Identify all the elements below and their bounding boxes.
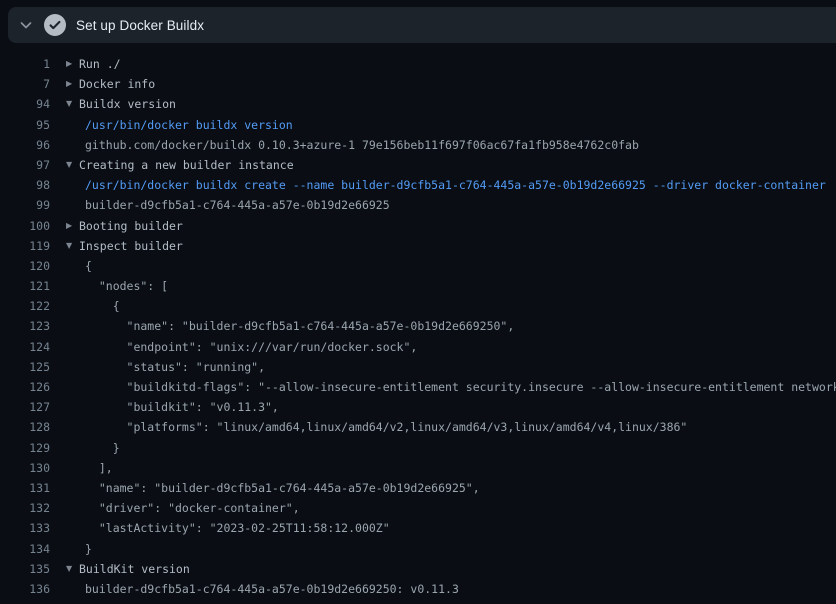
triangle-right-icon: ▶: [66, 54, 79, 74]
line-number[interactable]: 124: [0, 337, 50, 357]
line-number[interactable]: 127: [0, 397, 50, 417]
group-title: Booting builder: [79, 216, 183, 236]
log-line[interactable]: 7 ▶ Docker info: [0, 74, 836, 94]
log-text: ],: [85, 458, 113, 478]
group-title: Run ./: [79, 54, 121, 74]
log-line: 133 "lastActivity": "2023-02-25T11:58:12…: [0, 518, 836, 538]
log-text: builder-d9cfb5a1-c764-445a-a57e-0b19d2e6…: [85, 579, 459, 599]
triangle-down-icon: ▼: [66, 94, 79, 114]
log-line: 129 }: [0, 438, 836, 458]
triangle-down-icon: ▼: [66, 559, 79, 579]
log-line[interactable]: 119 ▼ Inspect builder: [0, 236, 836, 256]
log-text: "endpoint": "unix:///var/run/docker.sock…: [85, 337, 417, 357]
line-number[interactable]: 133: [0, 518, 50, 538]
line-number[interactable]: 125: [0, 357, 50, 377]
line-number[interactable]: 100: [0, 216, 50, 236]
line-number[interactable]: 97: [0, 155, 50, 175]
log-text: "buildkit": "v0.11.3",: [85, 397, 279, 417]
line-number[interactable]: 134: [0, 539, 50, 559]
log-line: 132 "driver": "docker-container",: [0, 498, 836, 518]
line-number[interactable]: 7: [0, 74, 50, 94]
log-line: 126 "buildkitd-flags": "--allow-insecure…: [0, 377, 836, 397]
step-title: Set up Docker Buildx: [76, 18, 204, 33]
line-number[interactable]: 135: [0, 559, 50, 579]
log-line[interactable]: 97 ▼ Creating a new builder instance: [0, 155, 836, 175]
log-line: 123 "name": "builder-d9cfb5a1-c764-445a-…: [0, 316, 836, 336]
log-line: 130 ],: [0, 458, 836, 478]
line-number[interactable]: 122: [0, 296, 50, 316]
triangle-right-icon: ▶: [66, 74, 79, 94]
line-number[interactable]: 136: [0, 579, 50, 599]
check-circle-icon: [44, 14, 66, 36]
group-title: BuildKit version: [79, 559, 190, 579]
log-text: {: [85, 296, 120, 316]
group-title: Buildx version: [79, 94, 176, 114]
log-line[interactable]: 1 ▶ Run ./: [0, 54, 836, 74]
group-title: Inspect builder: [79, 236, 183, 256]
log-text: "nodes": [: [85, 276, 168, 296]
log-text: "lastActivity": "2023-02-25T11:58:12.000…: [85, 518, 390, 538]
log-text: }: [85, 438, 120, 458]
triangle-down-icon: ▼: [66, 236, 79, 256]
log-line: 131 "name": "builder-d9cfb5a1-c764-445a-…: [0, 478, 836, 498]
log-text: "name": "builder-d9cfb5a1-c764-445a-a57e…: [85, 316, 514, 336]
line-number[interactable]: 1: [0, 54, 50, 74]
log-line: 125 "status": "running",: [0, 357, 836, 377]
log-text: "driver": "docker-container",: [85, 498, 300, 518]
log-line: 136 builder-d9cfb5a1-c764-445a-a57e-0b19…: [0, 579, 836, 599]
log-text: /usr/bin/docker buildx create --name bui…: [85, 175, 826, 195]
log-line[interactable]: 100 ▶ Booting builder: [0, 216, 836, 236]
group-title: Creating a new builder instance: [79, 155, 294, 175]
log-text: builder-d9cfb5a1-c764-445a-a57e-0b19d2e6…: [85, 195, 390, 215]
log-line: 134 }: [0, 539, 836, 559]
line-number[interactable]: 120: [0, 256, 50, 276]
log-line: 124 "endpoint": "unix:///var/run/docker.…: [0, 337, 836, 357]
log-text: "name": "builder-d9cfb5a1-c764-445a-a57e…: [85, 478, 480, 498]
log-line: 96 github.com/docker/buildx 0.10.3+azure…: [0, 135, 836, 155]
log-line: 99 builder-d9cfb5a1-c764-445a-a57e-0b19d…: [0, 195, 836, 215]
log-line: 122 {: [0, 296, 836, 316]
line-number[interactable]: 119: [0, 236, 50, 256]
group-title: Docker info: [79, 74, 155, 94]
line-number[interactable]: 129: [0, 438, 50, 458]
log-line: 128 "platforms": "linux/amd64,linux/amd6…: [0, 417, 836, 437]
line-number[interactable]: 123: [0, 316, 50, 336]
line-number[interactable]: 132: [0, 498, 50, 518]
line-number[interactable]: 99: [0, 195, 50, 215]
log-line: 98 /usr/bin/docker buildx create --name …: [0, 175, 836, 195]
log-line[interactable]: 135 ▼ BuildKit version: [0, 559, 836, 579]
log-text: {: [85, 256, 92, 276]
line-number[interactable]: 121: [0, 276, 50, 296]
line-number[interactable]: 95: [0, 115, 50, 135]
triangle-down-icon: ▼: [66, 155, 79, 175]
chevron-down-icon[interactable]: [14, 13, 38, 37]
log-text: "status": "running",: [85, 357, 265, 377]
log-text: "buildkitd-flags": "--allow-insecure-ent…: [85, 377, 836, 397]
line-number[interactable]: 98: [0, 175, 50, 195]
line-number[interactable]: 128: [0, 417, 50, 437]
log-text: /usr/bin/docker buildx version: [85, 115, 293, 135]
log-line: 127 "buildkit": "v0.11.3",: [0, 397, 836, 417]
triangle-right-icon: ▶: [66, 216, 79, 236]
workflow-log-viewer: { "header": { "collapse_icon": "chevron-…: [0, 0, 836, 604]
log-line[interactable]: 94 ▼ Buildx version: [0, 94, 836, 114]
step-header[interactable]: Set up Docker Buildx: [8, 7, 836, 43]
line-number[interactable]: 96: [0, 135, 50, 155]
line-number[interactable]: 94: [0, 94, 50, 114]
log-text: }: [85, 539, 92, 559]
log-line: 95 /usr/bin/docker buildx version: [0, 115, 836, 135]
log-output[interactable]: 1 ▶ Run ./ 7 ▶ Docker info 94 ▼ Buildx v…: [0, 47, 836, 604]
line-number[interactable]: 131: [0, 478, 50, 498]
log-line: 121 "nodes": [: [0, 276, 836, 296]
line-number[interactable]: 130: [0, 458, 50, 478]
line-number[interactable]: 126: [0, 377, 50, 397]
log-text: github.com/docker/buildx 0.10.3+azure-1 …: [85, 135, 639, 155]
log-text: "platforms": "linux/amd64,linux/amd64/v2…: [85, 417, 687, 437]
log-line: 120 {: [0, 256, 836, 276]
